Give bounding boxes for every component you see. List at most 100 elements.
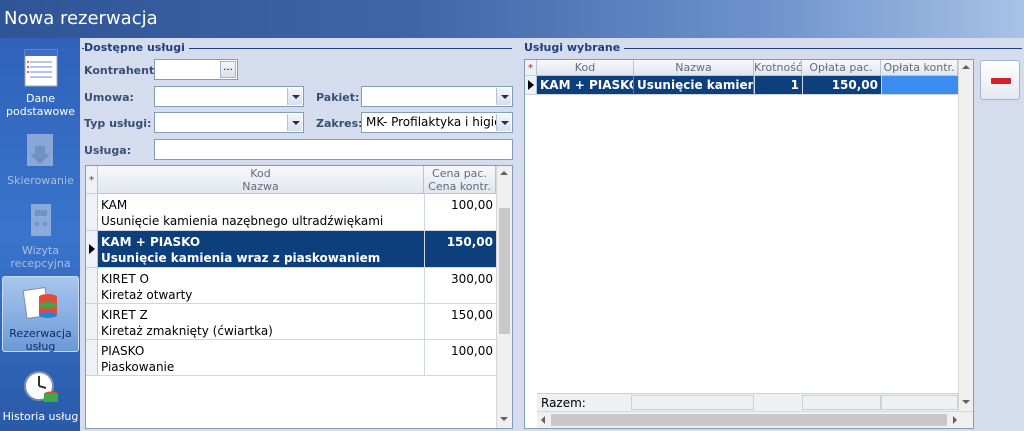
- selected-row-name[interactable]: Usunięcie kamien...: [634, 76, 754, 95]
- total-label: Razem:: [541, 396, 586, 410]
- table-row[interactable]: PIASKO Piaskowanie: [98, 340, 424, 376]
- row-code: KAM: [101, 198, 128, 212]
- totals-row: Razem:: [537, 393, 958, 411]
- selected-row-multiplicity[interactable]: 1: [754, 76, 802, 95]
- sidebar-label: usług: [25, 340, 56, 353]
- row-name: Kiretaż otwarty: [101, 288, 193, 302]
- table-row[interactable]: KIRET O Kiretaż otwarty: [98, 268, 424, 304]
- sidebar-label: Rezerwacja: [9, 327, 72, 340]
- scroll-left-icon[interactable]: [541, 416, 545, 424]
- selected-row-contract-fee[interactable]: [881, 76, 958, 95]
- row-selector[interactable]: [86, 231, 98, 268]
- row-code: PIASKO: [101, 344, 145, 358]
- selected-grid-hscrollbar[interactable]: [537, 411, 973, 428]
- scroll-up-icon[interactable]: [500, 171, 508, 175]
- sidebar-label: recepcyjna: [10, 257, 71, 270]
- row-code: KIRET O: [101, 272, 149, 286]
- row-name: Kiretaż zmaknięty (ćwiartka): [101, 324, 273, 338]
- contractor-field[interactable]: ...: [154, 59, 238, 80]
- reception-icon: [30, 204, 51, 236]
- row-selector[interactable]: [86, 340, 98, 376]
- row-price[interactable]: 100,00: [424, 340, 496, 376]
- package-label: Pakiet:: [316, 91, 360, 104]
- sidebar-item-basic-data[interactable]: Dane podstawowe: [2, 42, 79, 118]
- sidebar-item-service-reservation[interactable]: Rezerwacja usług: [2, 276, 79, 353]
- row-price[interactable]: 150,00: [424, 304, 496, 340]
- service-input[interactable]: [154, 139, 513, 160]
- minus-icon: [991, 78, 1011, 84]
- row-name: Usunięcie kamienia wraz z piaskowaniem: [101, 251, 381, 265]
- scroll-down-icon[interactable]: [500, 417, 508, 421]
- row-selector[interactable]: [525, 76, 537, 95]
- package-select[interactable]: [361, 86, 513, 107]
- reservation-database-icon: [22, 287, 57, 319]
- scroll-down-icon[interactable]: [962, 400, 970, 404]
- contract-label: Umowa:: [84, 91, 134, 104]
- selected-row-code[interactable]: KAM + PIASKO: [537, 76, 634, 95]
- sidebar-label: Skierowanie: [7, 174, 74, 187]
- scrollbar-thumb[interactable]: [499, 208, 510, 334]
- scope-select[interactable]: MK- Profilaktyka i higien: [361, 112, 513, 133]
- column-header-name[interactable]: Nazwa: [634, 60, 754, 76]
- chevron-down-icon[interactable]: [496, 88, 511, 105]
- column-header-multiplicity[interactable]: Krotność: [754, 60, 802, 76]
- contractor-browse-button[interactable]: ...: [220, 61, 236, 78]
- row-price[interactable]: 150,00: [424, 231, 496, 268]
- sidebar-label: Dane: [26, 92, 55, 105]
- row-price[interactable]: 300,00: [424, 268, 496, 304]
- available-grid-scrollbar[interactable]: [496, 166, 512, 428]
- service-label: Usługa:: [84, 144, 132, 157]
- asterisk-icon: *: [528, 63, 533, 74]
- table-row[interactable]: KAM Usunięcie kamienia nazębnego ultradź…: [98, 194, 424, 231]
- header-code: Kod: [250, 167, 271, 180]
- sidebar-label: Historia usług: [2, 410, 79, 423]
- table-row-selected[interactable]: KAM + PIASKO Usunięcie kamienia wraz z p…: [98, 231, 424, 268]
- remove-service-button[interactable]: [980, 60, 1020, 100]
- contract-select[interactable]: [154, 86, 304, 107]
- row-price[interactable]: 100,00: [424, 194, 496, 231]
- chevron-down-icon[interactable]: [287, 114, 302, 131]
- column-header-patient-fee[interactable]: Opłata pac.: [802, 60, 881, 76]
- referral-icon: [26, 134, 53, 166]
- available-services-grid: * Kod Nazwa Cena pac. Cena kontr. KAM Us…: [85, 165, 513, 429]
- scope-label: Zakres:: [316, 117, 363, 130]
- sidebar-item-referral[interactable]: Skierowanie: [2, 124, 79, 188]
- selected-row-patient-fee[interactable]: 150,00: [802, 76, 881, 95]
- column-header-code[interactable]: Kod: [537, 60, 634, 76]
- scroll-up-icon[interactable]: [962, 65, 970, 69]
- row-selector[interactable]: [86, 304, 98, 340]
- contractor-label: Kontrahent:: [84, 64, 159, 77]
- sidebar-item-service-history[interactable]: Historia usług: [2, 360, 79, 426]
- column-header-contract-fee[interactable]: Opłata kontr.: [881, 60, 958, 76]
- total-cell-contract-fee: [881, 395, 958, 410]
- selected-services-title: Usługi wybrane: [524, 41, 625, 54]
- grid-corner: *: [86, 166, 98, 194]
- scroll-right-icon[interactable]: [953, 416, 957, 424]
- table-row[interactable]: KIRET Z Kiretaż zmaknięty (ćwiartka): [98, 304, 424, 340]
- content-area: Dostępne usługi Kontrahent: ... Umowa: P…: [80, 38, 1024, 431]
- total-cell-patient-fee: [802, 395, 881, 410]
- total-cell-name: [631, 395, 754, 410]
- selected-grid-vscrollbar[interactable]: [958, 60, 973, 411]
- row-code: KAM + PIASKO: [101, 235, 201, 249]
- sidebar-label: Wizyta: [21, 244, 60, 257]
- service-type-label: Typ usługi:: [84, 117, 152, 130]
- chevron-down-icon[interactable]: [287, 88, 302, 105]
- column-header-prices[interactable]: Cena pac. Cena kontr.: [424, 166, 496, 194]
- history-clock-icon: [23, 371, 58, 402]
- window-title: Nowa rezerwacja: [0, 0, 1024, 38]
- scrollbar-thumb[interactable]: [551, 414, 947, 426]
- sidebar-label: podstawowe: [6, 105, 75, 118]
- service-type-select[interactable]: [154, 112, 304, 133]
- asterisk-icon: *: [89, 175, 94, 186]
- column-header-code-name[interactable]: Kod Nazwa: [98, 166, 424, 194]
- header-name: Nazwa: [242, 180, 279, 193]
- chevron-down-icon[interactable]: [496, 114, 511, 131]
- current-row-arrow-icon: [89, 244, 95, 254]
- document-list-icon: [24, 49, 57, 87]
- row-selector[interactable]: [86, 194, 98, 231]
- row-selector[interactable]: [86, 268, 98, 304]
- grid-corner: *: [525, 60, 537, 76]
- row-name: Piaskowanie: [101, 360, 175, 374]
- sidebar-item-reception-visit[interactable]: Wizyta recepcyjna: [2, 194, 79, 270]
